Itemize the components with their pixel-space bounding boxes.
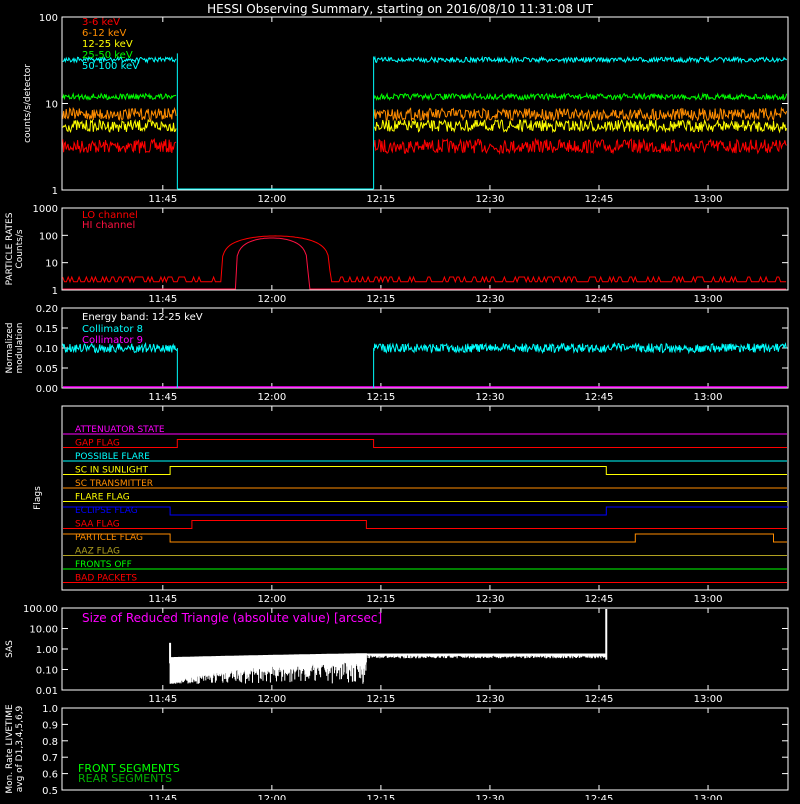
energy-band-annotation: Energy band: 12-25 keV	[82, 312, 203, 323]
x-tick-label: 13:00	[694, 794, 723, 800]
x-tick-label: 12:45	[585, 594, 614, 605]
x-tick-label: 12:45	[585, 794, 614, 800]
legend-entry: 12-25 keV	[82, 39, 133, 50]
legend-entry: HI channel	[82, 220, 135, 231]
x-tick-label: 11:45	[148, 794, 177, 800]
x-tick-label: 13:00	[694, 392, 723, 403]
legend-entry: 50-100 keV	[82, 61, 139, 72]
y-axis-label: Mon. Rate LIVETIME	[5, 704, 15, 794]
sas-annotation: Size of Reduced Triangle (absolute value…	[82, 611, 382, 625]
x-tick-label: 12:00	[257, 392, 286, 403]
x-tick-label: 12:00	[257, 794, 286, 800]
x-tick-label: 13:00	[694, 194, 723, 205]
x-tick-label: 12:30	[476, 392, 505, 403]
flag-label: FLARE FLAG	[75, 493, 130, 503]
y-axis-label: Normalized	[5, 322, 15, 373]
x-tick-label: 12:15	[366, 294, 395, 305]
flag-label: SC TRANSMITTER	[75, 479, 153, 489]
y-tick-label: 1000	[33, 204, 58, 215]
legend-entry: Collimator 9	[82, 335, 143, 346]
x-tick-label: 12:15	[366, 694, 395, 705]
x-tick-label: 13:00	[694, 594, 723, 605]
y-axis-label: Flags	[33, 486, 43, 510]
y-tick-label: 10	[45, 259, 58, 270]
y-axis-label: counts/s/detector	[23, 64, 33, 143]
y-tick-label: 100.00	[23, 604, 58, 615]
y-tick-label: 10.00	[29, 625, 58, 636]
y-tick-label: 0.10	[36, 344, 58, 355]
y-tick-label: 1.0	[42, 704, 58, 715]
y-tick-label: 1	[52, 186, 58, 197]
x-tick-label: 11:45	[148, 194, 177, 205]
flag-label: PARTICLE FLAG	[75, 533, 143, 543]
x-tick-label: 12:00	[257, 194, 286, 205]
y-tick-label: 0.10	[36, 666, 58, 677]
y-tick-label: 0.05	[36, 364, 58, 375]
legend-entry: 6-12 keV	[82, 28, 126, 39]
x-tick-label: 12:15	[366, 594, 395, 605]
x-tick-label: 11:45	[148, 294, 177, 305]
flag-label: SC IN SUNLIGHT	[75, 466, 149, 476]
figure-title: HESSI Observing Summary, starting on 201…	[207, 2, 593, 16]
x-tick-label: 12:15	[366, 194, 395, 205]
y-axis-label: SAS	[5, 640, 15, 658]
y-tick-label: 0.9	[42, 720, 58, 731]
x-tick-label: 12:45	[585, 294, 614, 305]
legend-entry: 25-50 keV	[82, 50, 133, 61]
x-tick-label: 12:00	[257, 694, 286, 705]
flag-label: BAD PACKETS	[75, 574, 137, 584]
x-tick-label: 12:00	[257, 294, 286, 305]
y-tick-label: 0.7	[42, 753, 58, 764]
x-tick-label: 12:30	[476, 594, 505, 605]
flag-label: FRONTS OFF	[75, 560, 132, 570]
x-tick-label: 13:00	[694, 294, 723, 305]
flag-label: ECLIPSE FLAG	[75, 506, 138, 516]
figure-canvas: HESSI Observing Summary, starting on 201…	[0, 0, 800, 804]
y-axis-label: modulation	[15, 323, 25, 374]
x-tick-label: 11:45	[148, 694, 177, 705]
x-tick-label: 12:30	[476, 194, 505, 205]
flag-label: SAA FLAG	[75, 520, 120, 530]
y-tick-label: 0.15	[36, 324, 58, 335]
x-tick-label: 12:30	[476, 294, 505, 305]
x-tick-label: 12:15	[366, 794, 395, 800]
legend-entry: Collimator 8	[82, 324, 143, 335]
y-tick-label: 0.20	[36, 304, 58, 315]
flag-label: AAZ FLAG	[75, 547, 120, 557]
x-tick-label: 12:15	[366, 392, 395, 403]
y-tick-label: 0.6	[42, 770, 58, 781]
legend-entry: REAR SEGMENTS	[78, 772, 172, 785]
flag-label: POSSIBLE FLARE	[75, 452, 150, 462]
y-tick-label: 1.00	[36, 645, 58, 656]
y-tick-label: 100	[39, 13, 58, 24]
x-tick-label: 13:00	[694, 694, 723, 705]
y-tick-label: 0.01	[36, 686, 58, 697]
y-axis-label: avg of D1,3,4,5,6,9	[15, 705, 25, 792]
observing-summary-figure: HESSI Observing Summary, starting on 201…	[0, 0, 800, 804]
x-tick-label: 12:45	[585, 392, 614, 403]
y-axis-label: Counts/s	[15, 229, 25, 268]
flag-label: GAP FLAG	[75, 439, 120, 449]
y-axis-label: PARTICLE RATES	[5, 212, 15, 285]
y-tick-label: 0.00	[36, 384, 58, 395]
y-tick-label: 100	[39, 231, 58, 242]
legend-entry: 3-6 keV	[82, 17, 120, 28]
flag-label: ATTENUATOR STATE	[75, 425, 165, 435]
x-tick-label: 12:45	[585, 194, 614, 205]
y-tick-label: 0.5	[42, 786, 58, 797]
x-tick-label: 12:30	[476, 694, 505, 705]
y-tick-label: 10	[45, 100, 58, 111]
x-tick-label: 11:45	[148, 594, 177, 605]
x-tick-label: 12:45	[585, 694, 614, 705]
x-tick-label: 12:00	[257, 594, 286, 605]
x-tick-label: 12:30	[476, 794, 505, 800]
y-tick-label: 0.8	[42, 737, 58, 748]
y-tick-label: 1	[52, 286, 58, 297]
x-tick-label: 11:45	[148, 392, 177, 403]
